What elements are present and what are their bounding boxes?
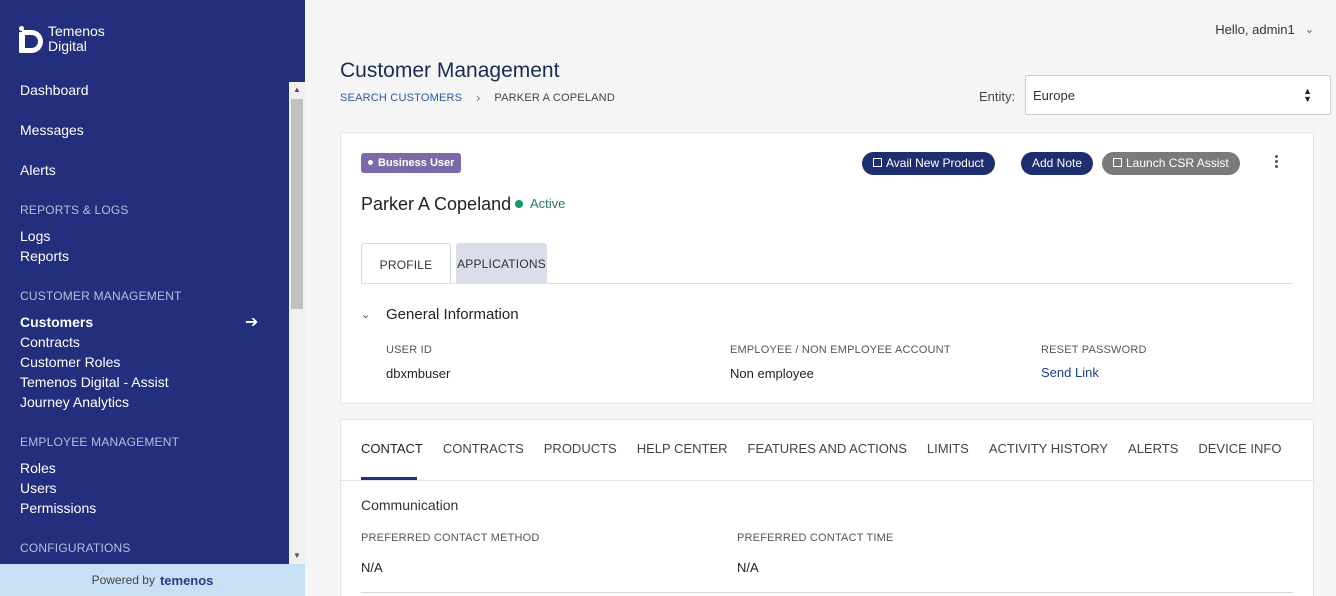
sidebar-item-contracts[interactable]: Contracts: [20, 334, 80, 350]
sidebar-item-alerts[interactable]: Alerts: [20, 162, 56, 178]
sidebar-item-messages[interactable]: Messages: [20, 122, 84, 138]
powered-by-footer: Powered by temenos: [0, 564, 305, 596]
tab-profile[interactable]: PROFILE: [361, 243, 451, 284]
tabs-divider: [341, 480, 1313, 481]
external-link-icon: [1113, 158, 1122, 167]
tab-activity-history[interactable]: ACTIVITY HISTORY: [989, 441, 1108, 456]
avail-new-product-label: Avail New Product: [886, 156, 984, 170]
sidebar-item-dashboard[interactable]: Dashboard: [20, 82, 89, 98]
customer-name: Parker A Copeland: [361, 194, 512, 214]
status-badge: Active: [515, 196, 565, 211]
chevron-down-icon[interactable]: ⌄: [361, 308, 370, 321]
add-note-label: Add Note: [1032, 156, 1083, 170]
chevron-right-icon: ›: [476, 91, 481, 105]
external-link-icon: [873, 158, 882, 167]
sidebar: Temenos Digital Dashboard Messages Alert…: [0, 0, 305, 596]
sidebar-item-customers[interactable]: Customers: [20, 314, 93, 330]
logo-icon: [19, 25, 44, 53]
communication-title: Communication: [361, 497, 459, 513]
preferred-contact-method-label: PREFERRED CONTACT METHOD: [361, 532, 540, 544]
tab-contracts[interactable]: CONTRACTS: [443, 441, 524, 456]
avail-new-product-button[interactable]: Avail New Product: [862, 152, 995, 175]
add-note-button[interactable]: Add Note: [1021, 152, 1094, 175]
sidebar-section-employee-management: EMPLOYEE MANAGEMENT: [20, 435, 180, 449]
employee-account-label: EMPLOYEE / NON EMPLOYEE ACCOUNT: [730, 344, 951, 356]
sidebar-item-logs[interactable]: Logs: [20, 228, 50, 244]
sidebar-section-customer-management: CUSTOMER MANAGEMENT: [20, 289, 182, 303]
arrow-right-icon: ➔: [245, 314, 259, 331]
user-id-label: USER ID: [386, 344, 433, 356]
status-dot-icon: [515, 199, 523, 208]
entity-select[interactable]: Europe ▲ ▼: [1025, 75, 1331, 115]
sidebar-item-roles[interactable]: Roles: [20, 460, 56, 476]
customer-details-card: CONTACT CONTRACTS PRODUCTS HELP CENTER F…: [340, 419, 1314, 596]
sidebar-item-temenos-digital-assist[interactable]: Temenos Digital - Assist: [20, 374, 169, 390]
tabs-divider: [361, 283, 1293, 284]
reset-password-label: RESET PASSWORD: [1041, 344, 1147, 356]
sidebar-section-reports-logs: REPORTS & LOGS: [20, 203, 129, 217]
launch-csr-assist-label: Launch CSR Assist: [1126, 156, 1229, 170]
status-label: Active: [530, 196, 566, 211]
general-information-title[interactable]: General Information: [386, 306, 519, 323]
temenos-digital-logo[interactable]: Temenos Digital: [19, 24, 105, 54]
preferred-contact-time-label: PREFERRED CONTACT TIME: [737, 532, 894, 544]
page-title: Customer Management: [340, 59, 560, 82]
tab-alerts[interactable]: ALERTS: [1128, 441, 1178, 456]
badge-label: Business User: [378, 157, 455, 169]
greeting-text: Hello, admin1: [1215, 22, 1295, 37]
user-menu[interactable]: Hello, admin1 ⌄: [1215, 22, 1314, 37]
tab-applications[interactable]: APPLICATIONS: [456, 243, 547, 283]
sidebar-item-users[interactable]: Users: [20, 480, 57, 496]
user-id-value: dbxmbuser: [386, 366, 451, 381]
entity-label: Entity:: [979, 89, 1016, 104]
sidebar-item-customer-roles[interactable]: Customer Roles: [20, 354, 120, 370]
section-divider: [361, 592, 1293, 593]
breadcrumb: SEARCH CUSTOMERS › PARKER A COPELAND: [340, 91, 615, 105]
employee-account-value: Non employee: [730, 366, 814, 381]
logo-line1: Temenos: [48, 23, 105, 39]
sidebar-nav: Dashboard Messages Alerts REPORTS & LOGS…: [0, 80, 289, 564]
scroll-up-icon[interactable]: ▲: [289, 82, 305, 98]
tab-help-center[interactable]: HELP CENTER: [637, 441, 728, 456]
tab-limits[interactable]: LIMITS: [927, 441, 969, 456]
sidebar-section-configurations: CONFIGURATIONS: [20, 541, 131, 555]
scrollbar-thumb[interactable]: [291, 99, 303, 309]
breadcrumb-current: PARKER A COPELAND: [494, 92, 615, 104]
preferred-contact-method-value: N/A: [361, 560, 383, 575]
send-link[interactable]: Send Link: [1041, 365, 1099, 380]
sort-arrows-icon: ▲ ▼: [1303, 86, 1312, 104]
more-options-icon[interactable]: [1273, 155, 1279, 170]
logo-line2: Digital: [48, 38, 87, 54]
powered-by-brand: temenos: [159, 572, 214, 588]
launch-csr-assist-button[interactable]: Launch CSR Assist: [1102, 152, 1240, 175]
sidebar-item-permissions[interactable]: Permissions: [20, 500, 96, 516]
sidebar-item-reports[interactable]: Reports: [20, 248, 69, 264]
entity-selected-value: Europe: [1033, 88, 1075, 103]
preferred-contact-time-value: N/A: [737, 560, 759, 575]
scroll-down-icon[interactable]: ▼: [289, 548, 305, 564]
tab-contact[interactable]: CONTACT: [361, 441, 423, 456]
tab-features-and-actions[interactable]: FEATURES AND ACTIONS: [748, 441, 907, 456]
customer-summary-card: Business User Avail New Product Add Note…: [340, 132, 1314, 404]
tab-products[interactable]: PRODUCTS: [544, 441, 617, 456]
details-tabs: CONTACT CONTRACTS PRODUCTS HELP CENTER F…: [361, 441, 1301, 456]
sidebar-item-journey-analytics[interactable]: Journey Analytics: [20, 394, 129, 410]
badge-dot-icon: [368, 159, 373, 165]
chevron-down-icon: ⌄: [1304, 24, 1314, 36]
customer-type-badge: Business User: [361, 153, 462, 173]
breadcrumb-search-customers[interactable]: SEARCH CUSTOMERS: [340, 92, 462, 104]
sidebar-scrollbar[interactable]: ▲ ▼: [289, 82, 305, 564]
powered-by-label: Powered by: [91, 573, 155, 587]
tab-device-info[interactable]: DEVICE INFO: [1198, 441, 1281, 456]
